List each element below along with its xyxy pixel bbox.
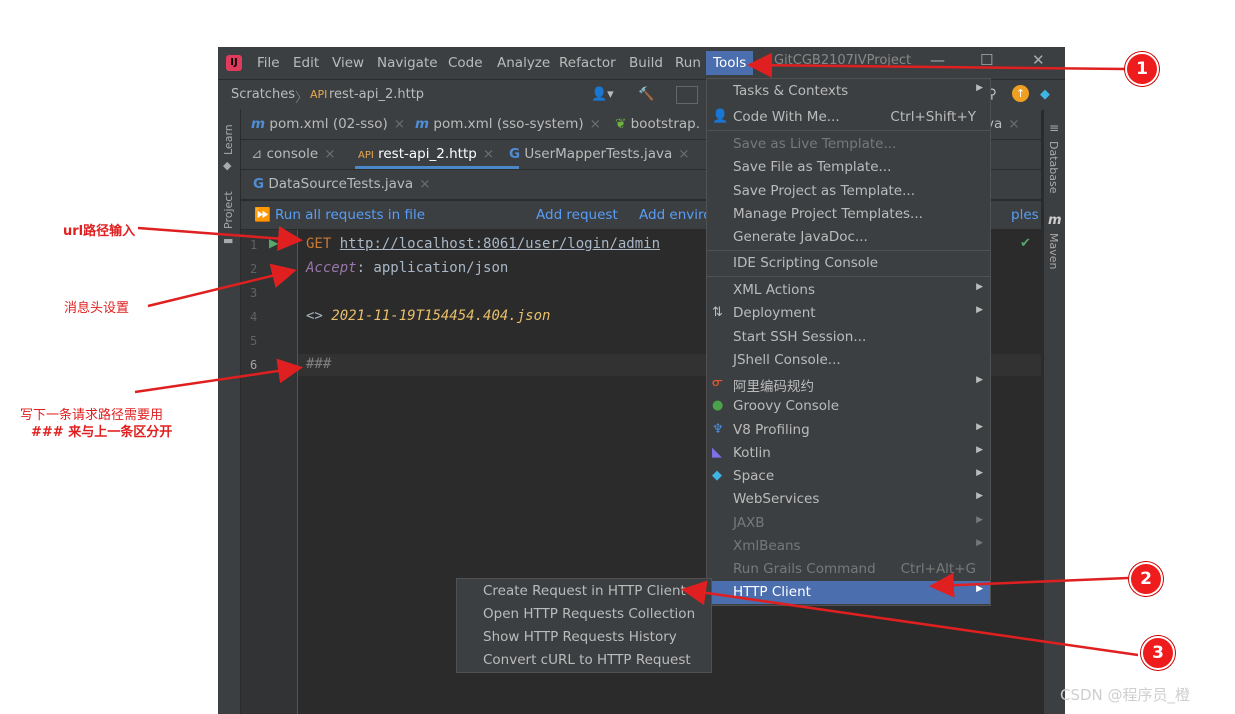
step-badge-2: 2 <box>1129 562 1163 596</box>
step-badge-1: 1 <box>1125 52 1159 86</box>
watermark: CSDN @程序员_橙 <box>1060 686 1191 704</box>
arrow-create-request <box>681 580 1139 657</box>
step-badge-3: 3 <box>1141 636 1175 670</box>
arrow-header <box>147 263 297 308</box>
arrow-tools <box>747 52 1126 78</box>
annotation-arrows <box>134 52 1139 657</box>
arrow-url <box>137 226 303 251</box>
arrow-http-client <box>929 572 1129 598</box>
arrow-separator <box>134 358 303 394</box>
